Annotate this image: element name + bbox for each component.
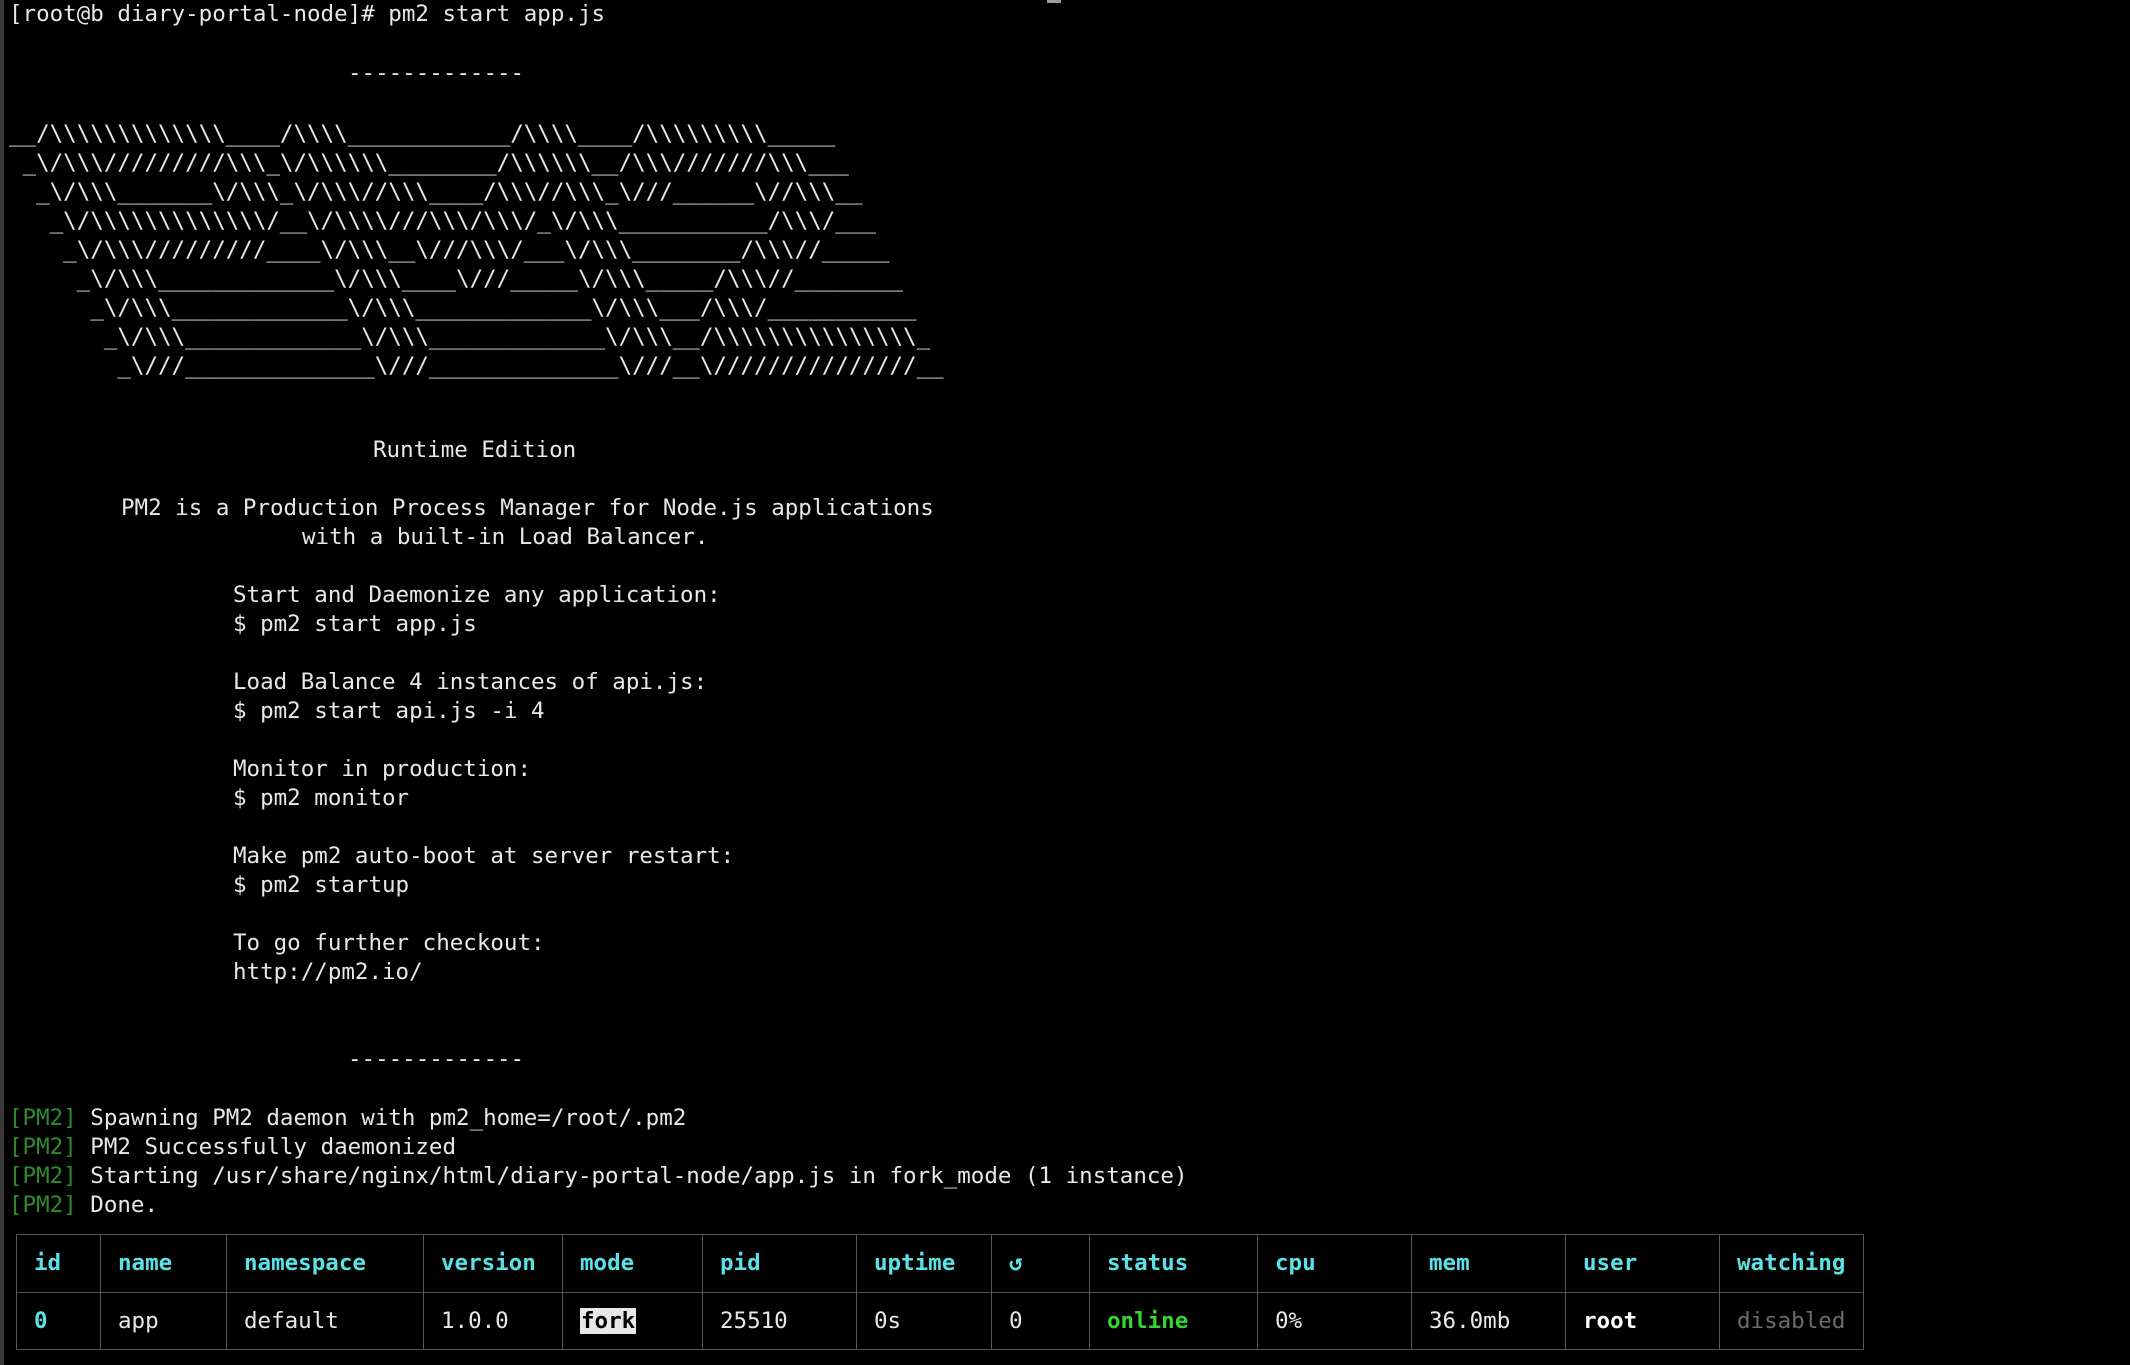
log-line: [PM2] Spawning PM2 daemon with pm2_home=… (9, 1104, 686, 1133)
column-header-version: version (424, 1235, 563, 1292)
cell-version: 1.0.0 (424, 1293, 563, 1350)
ascii-art-line: __/\\\\\\\\\\\\\____/\\\\____________/\\… (9, 121, 836, 147)
tip-label: Monitor in production: (233, 756, 532, 782)
cell-user: root (1566, 1293, 1720, 1350)
ascii-art-line: _\/\\\/////////\\\_\/\\\\\\________/\\\\… (9, 150, 849, 176)
column-header-mem: mem (1412, 1235, 1566, 1292)
cell-pid: 25510 (703, 1293, 857, 1350)
cell-restarts: 0 (992, 1293, 1090, 1350)
tip-label: Load Balance 4 instances of api.js: (233, 669, 708, 695)
ascii-art-line: _\///______________\///______________\//… (9, 353, 944, 379)
description-line: PM2 is a Production Process Manager for … (121, 495, 934, 521)
table-row: 0 app default 1.0.0 fork 25510 0s 0 onli… (17, 1293, 1863, 1350)
column-header-pid: pid (703, 1235, 857, 1292)
banner-dashes-top: ------------- (348, 60, 525, 86)
cell-name: app (101, 1293, 227, 1350)
log-message: Spawning PM2 daemon with pm2_home=/root/… (90, 1105, 687, 1131)
column-header-user: user (1566, 1235, 1720, 1292)
pm2-log-tag: [PM2] (9, 1163, 77, 1189)
log-message: Done. (90, 1192, 159, 1218)
cell-status: online (1090, 1293, 1258, 1350)
tip-command: $ pm2 monitor (233, 785, 410, 811)
cell-uptime: 0s (857, 1293, 992, 1350)
tip-label: Start and Daemonize any application: (233, 582, 721, 608)
command-prompt-line: [root@b diary-portal-node]# pm2 start ap… (9, 1, 606, 27)
ascii-art-line: _\/\\\_______\/\\\_\/\\\//\\\____/\\\//\… (9, 179, 863, 205)
column-header-uptime: uptime (857, 1235, 992, 1292)
column-header-id: id (17, 1235, 101, 1292)
window-left-border (0, 0, 4, 1365)
ascii-art-line: _\/\\\/////////____\/\\\__\///\\\/___\/\… (9, 237, 890, 263)
cell-mode: fork (563, 1293, 703, 1350)
log-line: [PM2] Starting /usr/share/nginx/html/dia… (9, 1162, 1188, 1191)
column-header-namespace: namespace (227, 1235, 424, 1292)
edition-title: Runtime Edition (373, 437, 577, 463)
column-header-watching: watching (1737, 1250, 1846, 1276)
pm2-log-tag: [PM2] (9, 1105, 77, 1131)
mode-badge: fork (580, 1308, 637, 1334)
process-table: id name namespace version mode pid uptim… (16, 1234, 1864, 1350)
tip-label: To go further checkout: (233, 930, 545, 956)
ascii-art-line: _\/\\\_____________\/\\\_____________\/\… (9, 295, 917, 321)
column-header-restarts: ↺ (992, 1235, 1090, 1292)
tip-command: $ pm2 start api.js -i 4 (233, 698, 545, 724)
cell-watching: disabled (1737, 1308, 1846, 1334)
cell-namespace: default (227, 1293, 424, 1350)
pm2-log-tag: [PM2] (9, 1192, 77, 1218)
log-message: Starting /usr/share/nginx/html/diary-por… (90, 1163, 1188, 1189)
tip-command: $ pm2 start app.js (233, 611, 477, 637)
ascii-art-line: _\/\\\_____________\/\\\____\///_____\/\… (9, 266, 904, 292)
table-header-row: id name namespace version mode pid uptim… (17, 1235, 1863, 1293)
log-line: [PM2] Done. (9, 1191, 158, 1220)
column-header-name: name (101, 1235, 227, 1292)
ascii-art-line: _\/\\\\\\\\\\\\\/__\/\\\\///\\\/\\\/_\/\… (9, 208, 876, 234)
pm2-log-tag: [PM2] (9, 1134, 77, 1160)
cell-cpu: 0% (1258, 1293, 1412, 1350)
log-line: [PM2] PM2 Successfully daemonized (9, 1133, 456, 1162)
cell-mem: 36.0mb (1412, 1293, 1566, 1350)
column-header-mode: mode (563, 1235, 703, 1292)
banner-dashes-bottom: ------------- (348, 1046, 525, 1072)
column-header-status: status (1090, 1235, 1258, 1292)
cell-id: 0 (17, 1293, 101, 1350)
tip-command: $ pm2 startup (233, 872, 410, 898)
pm2-website-link[interactable]: http://pm2.io/ (233, 958, 423, 987)
terminal-window[interactable]: [root@b diary-portal-node]# pm2 start ap… (0, 0, 2130, 1365)
tip-label: Make pm2 auto-boot at server restart: (233, 843, 735, 869)
column-header-cpu: cpu (1258, 1235, 1412, 1292)
log-message: PM2 Successfully daemonized (90, 1134, 457, 1160)
text-cursor (1047, 0, 1061, 3)
ascii-art-line: _\/\\\_____________\/\\\_____________\/\… (9, 324, 931, 350)
description-line: with a built-in Load Balancer. (302, 524, 709, 550)
